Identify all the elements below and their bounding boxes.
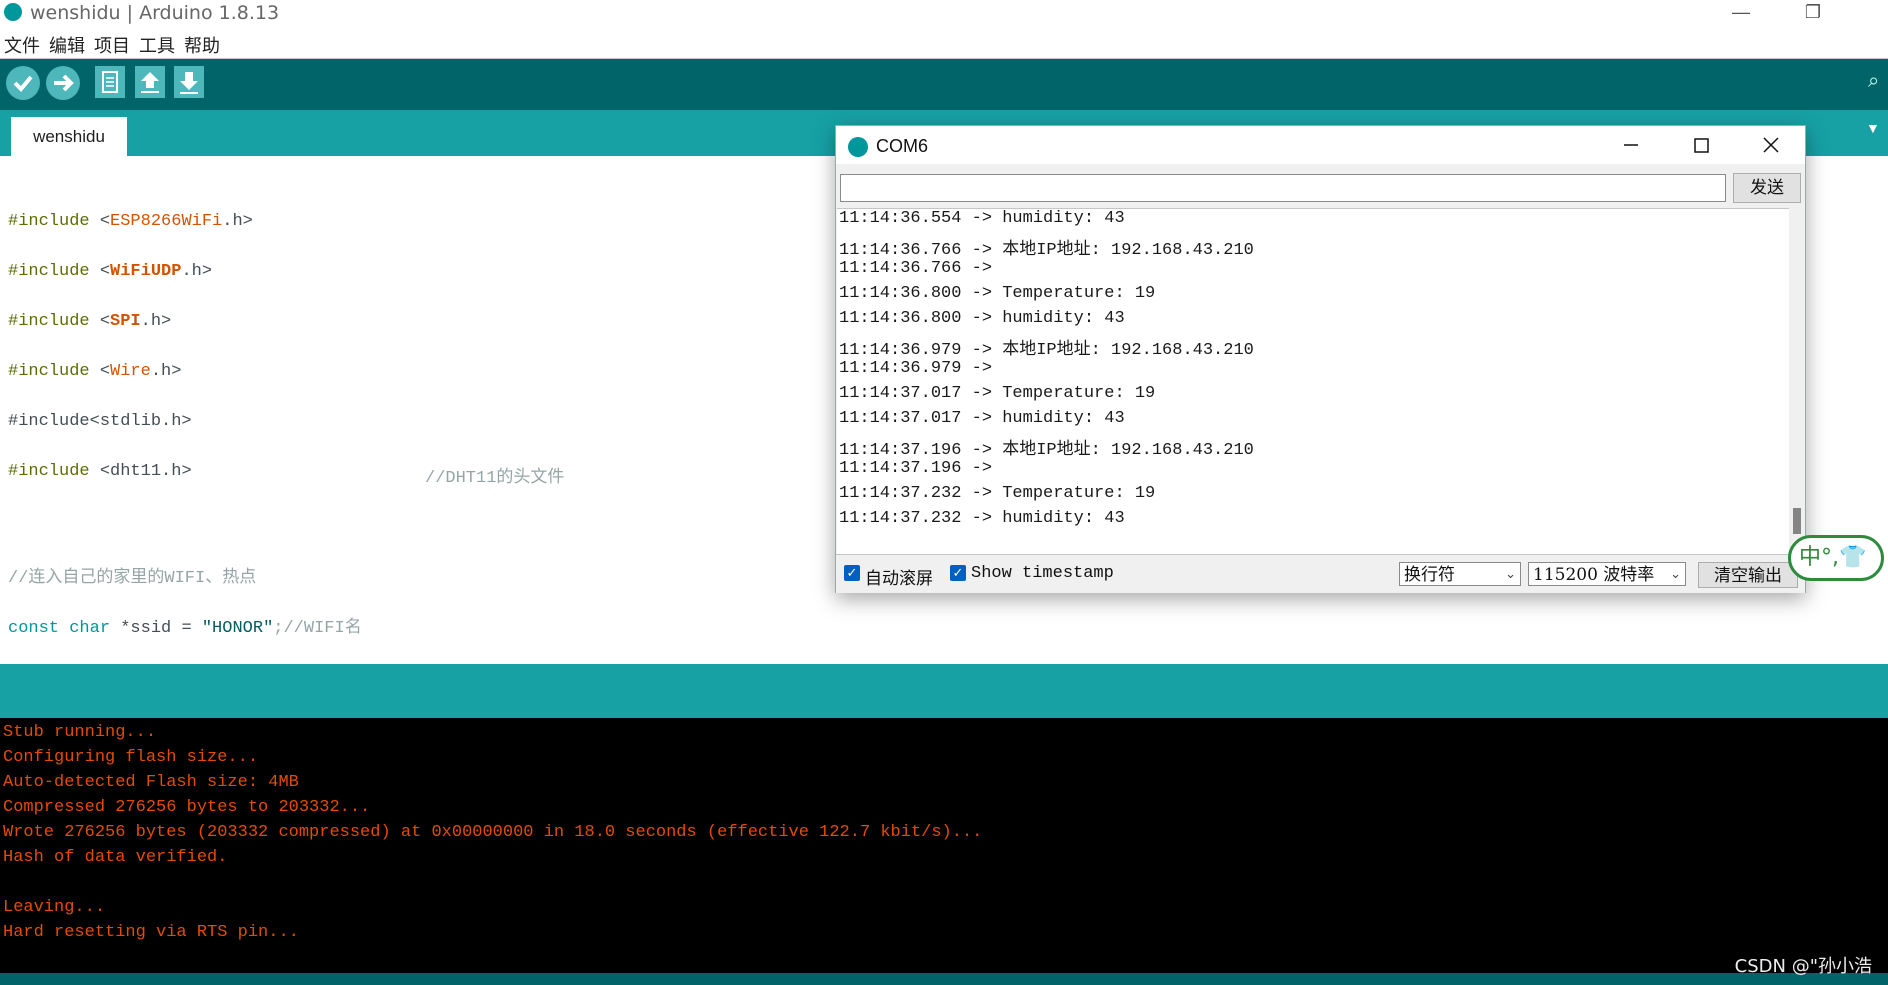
serial-close-button[interactable]	[1746, 130, 1796, 160]
send-button[interactable]: 发送	[1733, 173, 1801, 203]
serial-line: 11:14:36.766 -> 本地IP地址: 192.168.43.210	[839, 241, 1254, 260]
ime-indicator[interactable]: 中°,👕	[1788, 535, 1884, 581]
timestamp-label: Show timestamp	[971, 564, 1114, 583]
serial-line: 11:14:37.017 -> Temperature: 19	[839, 384, 1156, 403]
code-line: #include <ESP8266WiFi.h>	[8, 212, 253, 231]
arrow-up-icon	[141, 72, 159, 93]
console-line: Wrote 276256 bytes (203332 compressed) a…	[3, 823, 983, 842]
menu-edit[interactable]: 编辑	[49, 32, 85, 58]
serial-line: 11:14:37.196 -> 本地IP地址: 192.168.43.210	[839, 441, 1254, 460]
console-line: Hash of data verified.	[3, 848, 228, 867]
serial-line: 11:14:37.196 ->	[839, 459, 993, 478]
minimize-button[interactable]: —	[1718, 0, 1764, 26]
chevron-down-icon: ⌄	[1670, 567, 1681, 582]
baud-rate-value: 115200 波特率	[1533, 565, 1655, 585]
serial-line: 11:14:37.232 -> humidity: 43	[839, 509, 1125, 528]
serial-line: 11:14:36.979 -> 本地IP地址: 192.168.43.210	[839, 341, 1254, 360]
serial-maximize-button[interactable]	[1676, 130, 1726, 160]
code-line: #include<stdlib.h>	[8, 412, 192, 431]
console-line: Leaving...	[3, 898, 106, 917]
line-ending-value: 换行符	[1404, 565, 1455, 585]
code-line: #include <dht11.h>	[8, 462, 192, 481]
console-line: Hard resetting via RTS pin...	[3, 923, 299, 942]
maximize-icon	[1694, 138, 1709, 153]
console-line: Auto-detected Flash size: 4MB	[3, 773, 299, 792]
title-bar: wenshidu | Arduino 1.8.13 — ❐	[0, 0, 1888, 26]
serial-bottom-bar: ✓ 自动滚屏 ✓ Show timestamp 换行符 ⌄ 115200 波特率…	[836, 554, 1805, 593]
code-comment: //连入自己的家里的WIFI、热点	[8, 569, 257, 588]
menu-file[interactable]: 文件	[4, 32, 40, 58]
serial-line: 11:14:36.554 -> humidity: 43	[839, 209, 1125, 228]
serial-line: 11:14:36.766 ->	[839, 259, 993, 278]
new-sketch-button[interactable]	[95, 66, 125, 98]
menu-help[interactable]: 帮助	[184, 32, 220, 58]
serial-line: 11:14:36.800 -> Temperature: 19	[839, 284, 1156, 303]
arduino-logo-icon	[4, 3, 22, 21]
close-icon	[1763, 137, 1779, 153]
serial-line: 11:14:37.017 -> humidity: 43	[839, 409, 1125, 428]
footer-bar	[0, 973, 1888, 985]
check-icon	[13, 75, 33, 92]
line-ending-select[interactable]: 换行符 ⌄	[1399, 562, 1521, 586]
toolbar: ⌕	[0, 59, 1888, 110]
code-line: #include <WiFiUDP.h>	[8, 262, 213, 281]
serial-scrollbar[interactable]	[1789, 208, 1805, 554]
arrow-down-icon	[180, 72, 198, 94]
arrow-right-icon	[54, 74, 74, 92]
arduino-logo-icon	[848, 137, 868, 157]
console-line: Compressed 276256 bytes to 203332...	[3, 798, 371, 817]
serial-line: 11:14:36.979 ->	[839, 359, 993, 378]
serial-monitor-window: COM6 发送 11:14:36.554 -> humidity: 43 11:…	[835, 125, 1806, 593]
code-line: #include <Wire.h>	[8, 362, 182, 381]
serial-monitor-icon[interactable]: ⌕	[1868, 70, 1888, 100]
restore-button[interactable]: ❐	[1790, 0, 1836, 26]
serial-window-title: COM6	[876, 136, 929, 156]
status-bar	[0, 664, 1888, 718]
verify-button[interactable]	[6, 66, 40, 100]
tab-menu-icon[interactable]: ▼	[1866, 120, 1888, 142]
minimize-icon	[1624, 144, 1638, 146]
file-icon	[102, 71, 118, 93]
console-line: Configuring flash size...	[3, 748, 259, 767]
clear-output-button[interactable]: 清空输出	[1698, 562, 1798, 588]
serial-line: 11:14:36.800 -> humidity: 43	[839, 309, 1125, 328]
timestamp-checkbox[interactable]: ✓	[950, 565, 966, 581]
serial-line: 11:14:37.232 -> Temperature: 19	[839, 484, 1156, 503]
baud-rate-select[interactable]: 115200 波特率 ⌄	[1528, 562, 1686, 586]
serial-title-bar: COM6	[836, 126, 1805, 164]
code-line: #include <SPI.h>	[8, 312, 172, 331]
serial-output[interactable]: 11:14:36.554 -> humidity: 43 11:14:36.76…	[837, 208, 1789, 555]
window-title: wenshidu | Arduino 1.8.13	[30, 2, 280, 24]
console-line: Stub running...	[3, 723, 157, 742]
code-comment: //DHT11的头文件	[425, 469, 565, 488]
console-output: Stub running... Configuring flash size..…	[0, 718, 1888, 973]
watermark: CSDN @"孙小浩	[1734, 956, 1872, 977]
menu-tools[interactable]: 工具	[139, 32, 175, 58]
open-button[interactable]	[135, 66, 165, 98]
chevron-down-icon: ⌄	[1505, 567, 1516, 582]
scrollbar-thumb[interactable]	[1793, 508, 1801, 534]
serial-send-input[interactable]	[840, 174, 1726, 202]
autoscroll-label: 自动滚屏	[865, 569, 933, 588]
code-line: const char *ssid = "HONOR";//WIFI名	[8, 619, 362, 638]
tab-wenshidu[interactable]: wenshidu	[11, 117, 127, 157]
serial-minimize-button[interactable]	[1606, 130, 1656, 160]
upload-button[interactable]	[46, 66, 80, 100]
autoscroll-checkbox[interactable]: ✓	[844, 565, 860, 581]
menu-bar: 文件 编辑 项目 工具 帮助	[0, 28, 1888, 59]
save-button[interactable]	[174, 66, 204, 98]
menu-sketch[interactable]: 项目	[94, 32, 130, 58]
